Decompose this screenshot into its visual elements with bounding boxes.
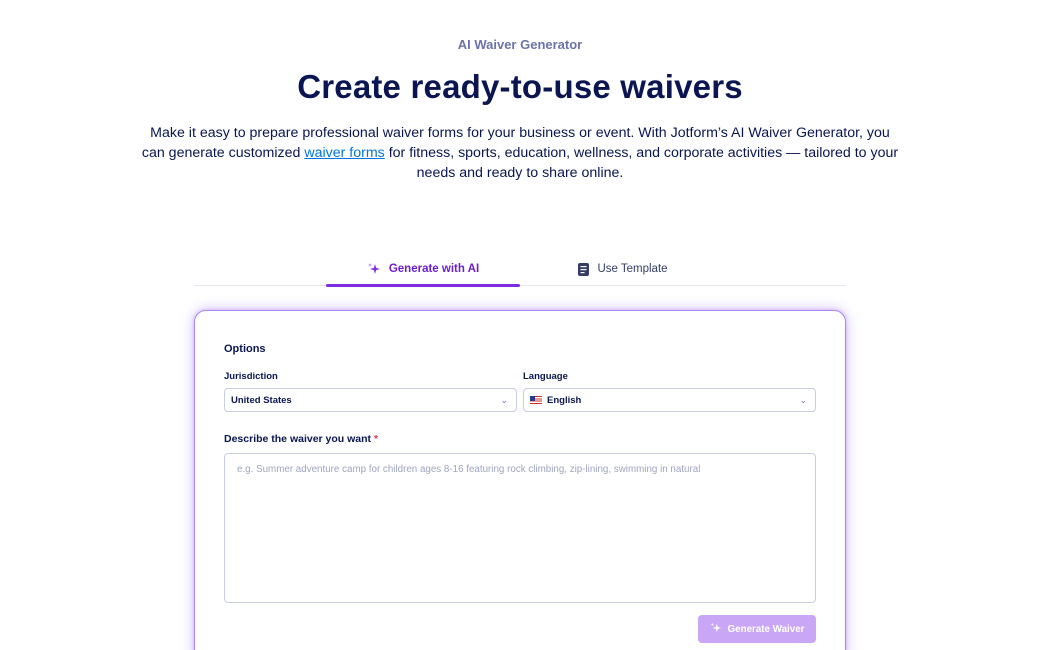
document-icon: [578, 262, 590, 276]
textarea-placeholder: e.g. Summer adventure camp for children …: [237, 464, 701, 475]
language-label: Language: [523, 371, 568, 382]
page-title: Create ready-to-use waivers: [297, 68, 743, 105]
mode-tabs: Generate with AI Use Template: [194, 252, 846, 287]
sparkle-icon: [710, 622, 722, 637]
generate-waiver-button[interactable]: Generate Waiver: [698, 615, 816, 643]
us-flag-icon: [530, 396, 542, 404]
tab-use-template[interactable]: Use Template: [526, 252, 720, 286]
options-heading: Options: [224, 343, 266, 355]
waiver-generator-card: Options Jurisdiction United States ⌄ Lan…: [194, 310, 846, 650]
eyebrow-label: AI Waiver Generator: [457, 37, 583, 52]
chevron-down-icon: ⌄: [799, 394, 807, 405]
jurisdiction-label: Jurisdiction: [224, 371, 278, 382]
jurisdiction-select[interactable]: United States ⌄: [224, 388, 517, 412]
tab-generate-with-ai[interactable]: Generate with AI: [326, 252, 520, 287]
describe-label-text: Describe the waiver you want: [224, 433, 372, 445]
required-asterisk: *: [373, 433, 379, 445]
waiver-forms-link[interactable]: waiver forms: [304, 145, 384, 161]
language-value: English: [547, 394, 582, 406]
tab-label: Generate with AI: [388, 263, 480, 275]
sparkle-icon: [367, 262, 381, 276]
generate-button-label: Generate Waiver: [727, 623, 805, 635]
tab-label: Use Template: [597, 263, 668, 275]
describe-waiver-label: Describe the waiver you want *: [224, 433, 378, 445]
waiver-description-textarea[interactable]: e.g. Summer adventure camp for children …: [224, 453, 816, 603]
language-select[interactable]: English ⌄: [523, 388, 816, 412]
description-text-2: for fitness, sports, education, wellness…: [384, 145, 899, 181]
chevron-down-icon: ⌄: [500, 394, 508, 405]
page-description: Make it easy to prepare professional wai…: [140, 123, 900, 183]
jurisdiction-value: United States: [231, 394, 292, 406]
